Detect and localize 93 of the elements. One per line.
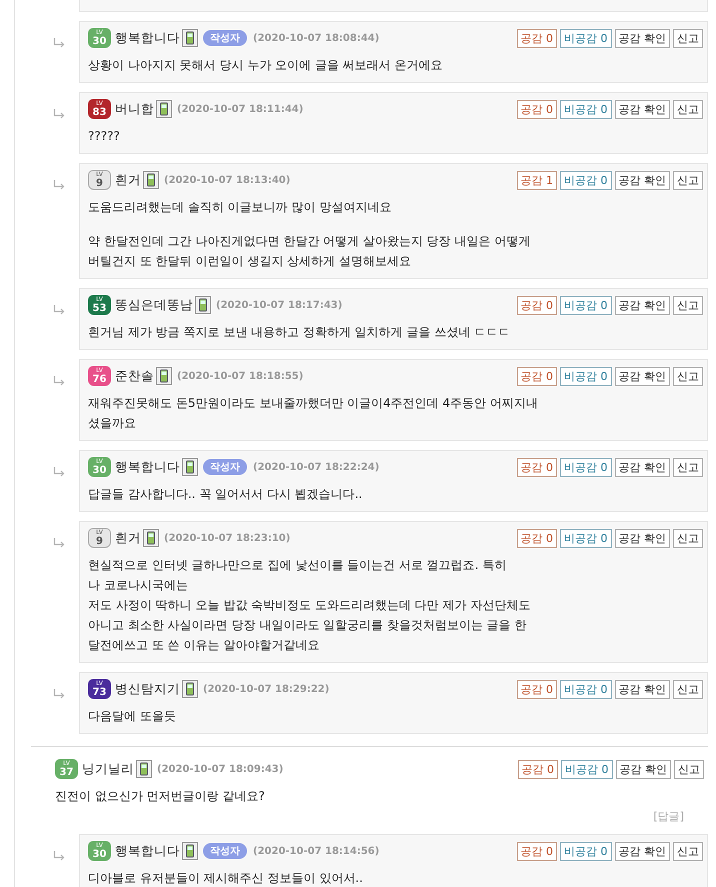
report-button[interactable]: 신고: [673, 842, 703, 860]
author-tag: 작성자: [203, 30, 247, 46]
comment-text: 상황이 나아지지 못해서 당시 누가 오이에 글을 써보래서 온거에요: [88, 57, 444, 74]
comment-text: 도움드리려했는데 솔직히 이글보니까 많이 망설여지네요: [88, 199, 392, 216]
like-check-button[interactable]: 공감 확인: [614, 296, 670, 314]
report-button[interactable]: 신고: [673, 100, 703, 118]
phone-icon: [195, 296, 211, 314]
report-button[interactable]: 신고: [673, 366, 703, 386]
like-button[interactable]: 공감 0: [516, 842, 557, 860]
report-button[interactable]: 신고: [673, 28, 703, 48]
phone-icon: [182, 458, 198, 476]
comment-text: 다음달에 또올듯: [88, 708, 177, 725]
like-check-button[interactable]: 공감 확인: [614, 100, 670, 118]
comment-date: (2020-10-07 18:23:10): [164, 532, 290, 544]
like-button[interactable]: 공감 0: [516, 100, 557, 118]
author-name[interactable]: 버니합: [115, 100, 154, 118]
like-button[interactable]: 공감 0: [518, 760, 558, 778]
like-button[interactable]: 공감 0: [516, 680, 557, 698]
dislike-button[interactable]: 비공감 0: [560, 366, 612, 386]
phone-icon: [156, 367, 172, 385]
phone-icon: [156, 100, 172, 118]
author-name[interactable]: 흰거: [115, 530, 141, 546]
reply-arrow-icon: [53, 376, 65, 386]
phone-icon: [136, 760, 152, 778]
like-button[interactable]: 공감 0: [516, 296, 557, 314]
phone-icon: [182, 680, 198, 698]
like-check-button[interactable]: 공감 확인: [614, 528, 670, 548]
like-button[interactable]: 공감 0: [516, 366, 557, 386]
dislike-button[interactable]: 비공감 0: [560, 842, 612, 860]
like-check-button[interactable]: 공감 확인: [614, 842, 670, 860]
comment-date: (2020-10-07 18:17:43): [216, 300, 342, 310]
report-button[interactable]: 신고: [673, 680, 703, 698]
comment-date: (2020-10-07 18:29:22): [203, 684, 330, 694]
author-name[interactable]: 흰거: [115, 172, 141, 188]
comment-text: 흰거님 제가 방금 쪽지로 보낸 내용하고 정확하게 일치하게 글을 쓰셨네 ㄷㄷㄷ: [88, 324, 512, 341]
reply-arrow-icon: [53, 305, 65, 315]
comment-date: (2020-10-07 18:18:55): [177, 370, 304, 382]
comment-text: 진전이 없으신가 먼저번글이랑 같네요?: [55, 788, 266, 805]
comment-date: (2020-10-07 18:13:40): [164, 174, 290, 186]
dislike-button[interactable]: 비공감 0: [560, 170, 612, 190]
reply-arrow-icon: [53, 467, 65, 477]
report-button[interactable]: 신고: [673, 296, 703, 314]
comment-date: (2020-10-07 18:09:43): [157, 764, 284, 774]
phone-icon: [182, 842, 198, 860]
author-tag: 작성자: [203, 843, 247, 859]
phone-icon: [143, 529, 159, 547]
reply-arrow-icon: [53, 689, 65, 699]
report-button[interactable]: 신고: [673, 528, 703, 548]
comment-text: 답글들 감사합니다.. 꼭 일어서서 다시 뵙겠습니다..: [88, 486, 364, 503]
dislike-button[interactable]: 비공감 0: [560, 100, 612, 118]
phone-icon: [143, 171, 159, 189]
comment-text: 디아블로 유저분들이 제시해주신 정보들이 있어서..: [88, 870, 364, 887]
author-name[interactable]: 행복합니다: [115, 30, 180, 46]
like-button[interactable]: 공감 1: [516, 170, 557, 190]
reply-arrow-icon: [53, 109, 65, 119]
dislike-button[interactable]: 비공감 0: [560, 528, 612, 548]
like-button[interactable]: 공감 0: [516, 458, 557, 476]
comment-date: (2020-10-07 18:14:56): [253, 846, 380, 856]
like-check-button[interactable]: 공감 확인: [614, 28, 670, 48]
dislike-button[interactable]: 비공감 0: [560, 458, 612, 476]
comment-date: (2020-10-07 18:11:44): [177, 104, 304, 114]
reply-arrow-icon: [53, 180, 65, 190]
phone-icon: [182, 29, 198, 47]
like-button[interactable]: 공감 0: [516, 528, 557, 548]
comment-text: 현실적으로 인터넷 글하나만으로 집에 낯선이를 들이는건 서로 껄끄럽죠. 특히 나 코로나시국에는 저도 사정이 딱하니 오늘 밥값 숙박비정도 도와드리려했는데 다만 제가 자선단체도 아니고 최소한 사실이라면 당장 내일이라도 일할궁리를 찾을것처럼보이는 글을 한 달전에쓰고 또 쓴 이유는 알아야할거같네요: [88, 557, 532, 654]
report-button[interactable]: 신고: [674, 760, 704, 778]
comment-text: 재워주진못해도 돈5만원이라도 보내줄까했더만 이글이4주전인데 4주동안 어찌지내 셨을까요: [88, 395, 539, 432]
like-check-button[interactable]: 공감 확인: [616, 760, 671, 778]
dislike-button[interactable]: 비공감 0: [560, 28, 612, 48]
like-check-button[interactable]: 공감 확인: [614, 680, 670, 698]
comment-date: (2020-10-07 18:08:44): [253, 32, 380, 44]
author-name[interactable]: 준찬솔: [115, 368, 154, 384]
like-check-button[interactable]: 공감 확인: [614, 170, 670, 190]
report-button[interactable]: 신고: [673, 170, 703, 190]
author-name[interactable]: 행복합니다: [115, 842, 180, 860]
author-name[interactable]: 똥심은데똥남: [115, 296, 193, 314]
author-name[interactable]: 병신탐지기: [115, 680, 180, 698]
dislike-button[interactable]: 비공감 0: [560, 680, 612, 698]
author-name[interactable]: 행복합니다: [115, 458, 180, 476]
like-check-button[interactable]: 공감 확인: [614, 458, 670, 476]
dislike-button[interactable]: 비공감 0: [561, 760, 612, 778]
comment-date: (2020-10-07 18:22:24): [253, 462, 380, 472]
reply-arrow-icon: [53, 38, 65, 48]
comment-text: ?????: [88, 128, 121, 145]
author-name[interactable]: 닝기닐리: [82, 760, 134, 778]
reply-arrow-icon: [53, 851, 65, 861]
author-tag: 작성자: [203, 459, 247, 475]
dislike-button[interactable]: 비공감 0: [560, 296, 612, 314]
like-button[interactable]: 공감 0: [516, 28, 557, 48]
reply-arrow-icon: [53, 538, 65, 548]
report-button[interactable]: 신고: [673, 458, 703, 476]
comment-text: 약 한달전인데 그간 나아진게없다면 한달간 어떻게 살아왔는지 당장 내일은 어떻게 버틸건지 또 한달뒤 이런일이 생길지 상세하게 설명해보세요: [88, 233, 532, 270]
like-check-button[interactable]: 공감 확인: [614, 366, 670, 386]
